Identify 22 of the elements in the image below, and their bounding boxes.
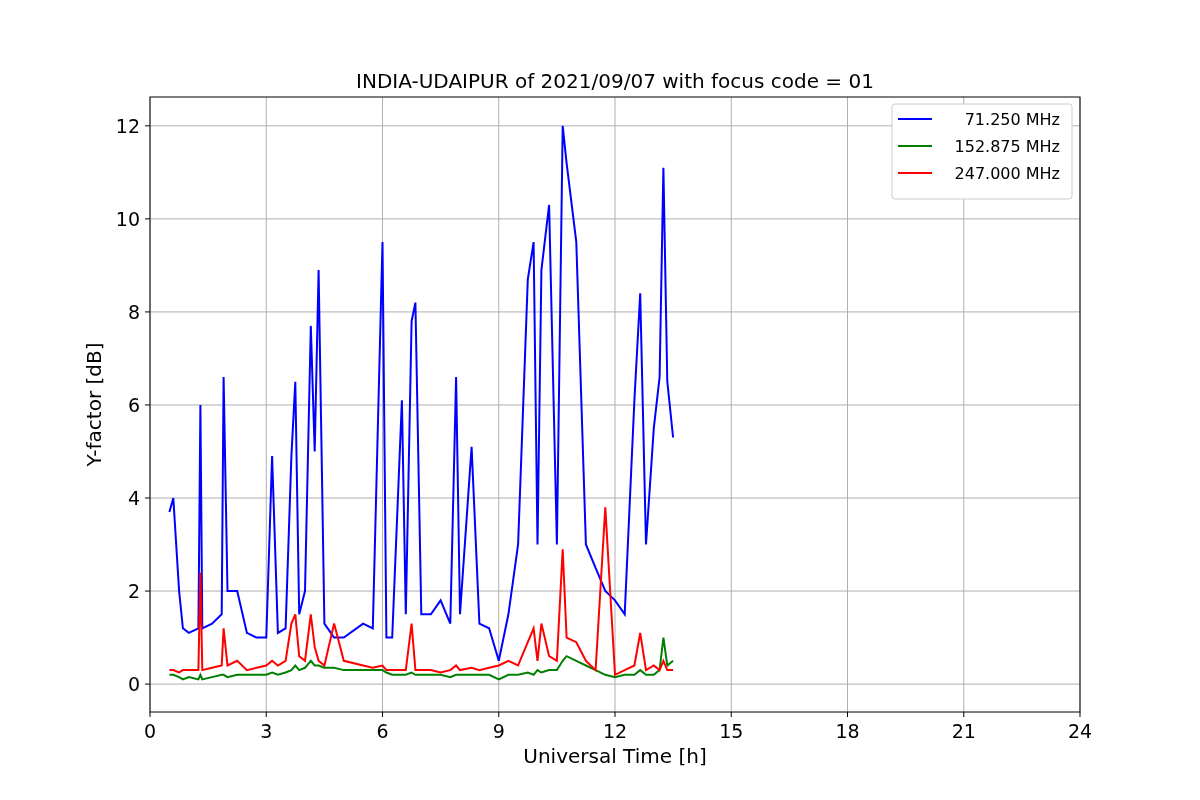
chart-title: INDIA-UDAIPUR of 2021/09/07 with focus code = 01 [356, 69, 874, 93]
x-tick-label: 9 [492, 720, 505, 742]
x-axis-label: Universal Time [h] [523, 744, 707, 768]
x-tick-label: 3 [260, 720, 273, 742]
x-tick-label: 18 [835, 720, 860, 742]
y-axis-label: Y-factor [dB] [82, 342, 106, 467]
x-tick-label: 24 [1067, 720, 1093, 742]
y-tick-label: 0 [127, 673, 140, 696]
x-tick-label: 6 [376, 720, 389, 742]
x-tick-label: 0 [143, 720, 157, 742]
y-tick-label: 6 [127, 393, 140, 416]
y-tick-label: 2 [127, 580, 140, 603]
y-tick-label: 4 [127, 487, 140, 509]
legend-label: 71.250 MHz [964, 110, 1060, 129]
legend-label: 152.875 MHz [954, 137, 1060, 156]
legend-label: 247.000 MHz [954, 164, 1060, 183]
y-tick-label: 12 [115, 114, 140, 137]
x-tick-label: 21 [951, 720, 976, 742]
y-tick-label: 8 [127, 300, 140, 323]
x-tick-label: 15 [719, 720, 744, 742]
x-tick-label: 12 [602, 720, 628, 742]
y-tick-label: 10 [115, 207, 140, 230]
